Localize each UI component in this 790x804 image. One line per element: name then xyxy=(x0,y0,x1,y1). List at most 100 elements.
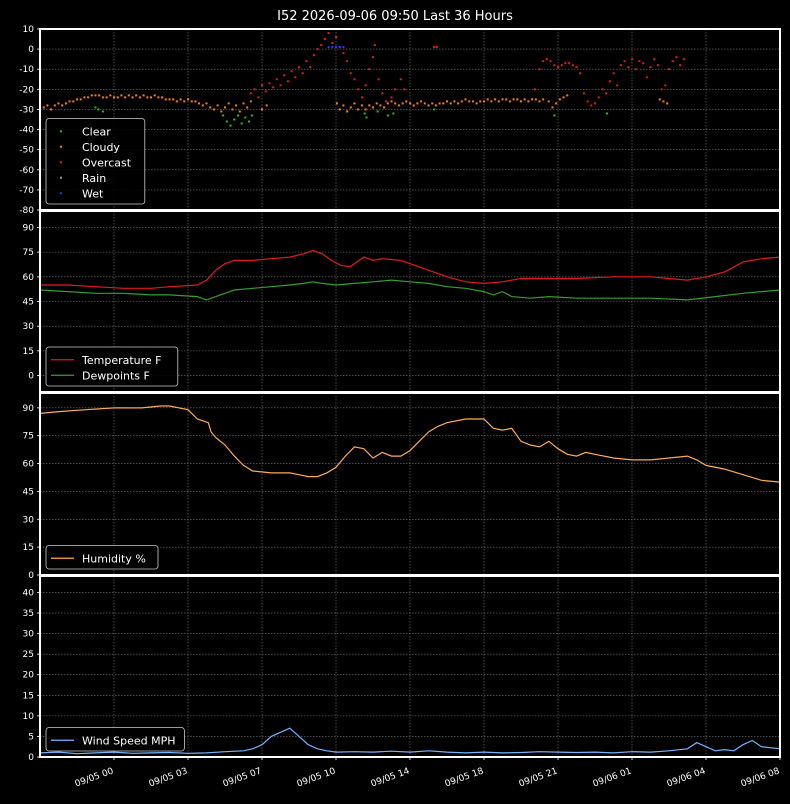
chart-canvas: I52 2026-09-06 09:50 Last 36 Hours 10 0 -1… xyxy=(0,0,790,804)
y-tick-label: 15 xyxy=(23,691,34,701)
y-tick-label: 75 xyxy=(23,248,34,258)
y-tick-label: 60 xyxy=(23,460,35,470)
y-tick-label: -20 xyxy=(19,85,34,95)
data-point-cloudy xyxy=(175,100,178,103)
data-point-overcast xyxy=(612,72,615,75)
data-point-cloudy xyxy=(531,98,534,101)
data-point-cloudy xyxy=(401,102,404,105)
data-point-overcast xyxy=(616,84,619,87)
data-point-cloudy xyxy=(201,104,204,107)
data-point-cloudy xyxy=(457,102,460,105)
data-point-overcast xyxy=(533,88,536,91)
y-tick-label: 10 xyxy=(23,712,35,722)
data-point-cloudy xyxy=(475,102,478,105)
data-point-cloudy xyxy=(468,100,471,103)
data-point-cloudy xyxy=(662,100,665,103)
data-point-cloudy xyxy=(198,102,201,105)
data-point-overcast xyxy=(608,80,611,83)
data-point-cloudy xyxy=(83,96,86,99)
data-point-overcast xyxy=(257,96,260,99)
data-point-cloudy xyxy=(497,100,500,103)
data-point-cloudy xyxy=(372,106,374,109)
data-point-cloudy xyxy=(338,108,341,111)
data-point-cloudy xyxy=(157,96,160,99)
legend-label: Dewpoints F xyxy=(82,369,150,382)
data-point-wet xyxy=(342,46,345,49)
data-point-cloudy xyxy=(483,100,485,103)
data-point-cloudy xyxy=(431,102,434,105)
data-point-overcast xyxy=(253,88,256,91)
data-point-cloudy xyxy=(142,94,145,97)
data-point-cloudy xyxy=(101,96,104,99)
data-point-clear xyxy=(233,118,236,121)
data-point-clear xyxy=(553,114,556,117)
y-tick-label: 0 xyxy=(28,45,34,55)
y-tick-label: 40 xyxy=(23,588,35,598)
data-point-cloudy xyxy=(131,96,134,99)
data-point-cloudy xyxy=(150,96,152,99)
data-point-cloudy xyxy=(335,102,338,105)
legend-label: Rain xyxy=(82,172,106,185)
data-point-overcast xyxy=(571,64,574,67)
legend-label: Temperature F xyxy=(81,354,162,367)
legend-label: Humidity % xyxy=(82,552,146,565)
data-point-overcast xyxy=(373,44,376,47)
data-point-cloudy xyxy=(227,102,230,105)
legend-marker xyxy=(60,192,62,195)
y-tick-label: 90 xyxy=(23,404,35,414)
y-tick-label: 45 xyxy=(23,298,34,308)
data-point-cloudy xyxy=(446,100,448,103)
data-point-cloudy xyxy=(349,106,352,109)
data-point-clear xyxy=(376,110,379,113)
data-point-cloudy xyxy=(542,98,545,101)
legend-marker xyxy=(60,145,62,148)
data-point-cloudy xyxy=(138,96,141,99)
data-point-overcast xyxy=(660,88,663,91)
data-point-overcast xyxy=(433,46,436,49)
data-point-cloudy xyxy=(379,104,382,107)
data-point-overcast xyxy=(619,64,622,67)
data-point-clear xyxy=(222,114,225,117)
data-point-cloudy xyxy=(238,110,241,113)
data-point-clear xyxy=(225,120,228,123)
data-point-cloudy xyxy=(50,108,53,111)
data-point-overcast xyxy=(656,64,659,67)
data-point-clear xyxy=(97,108,100,111)
data-point-overcast xyxy=(286,80,289,83)
data-point-overcast xyxy=(549,60,552,63)
data-point-cloudy xyxy=(172,98,175,101)
data-point-overcast xyxy=(372,56,374,59)
data-point-cloudy xyxy=(412,104,415,107)
data-point-cloudy xyxy=(168,98,171,101)
y-tick-label: -60 xyxy=(19,166,34,176)
data-point-overcast xyxy=(634,68,637,71)
data-point-cloudy xyxy=(449,102,452,105)
data-point-cloudy xyxy=(501,98,504,101)
data-point-cloudy xyxy=(242,102,245,105)
data-point-overcast xyxy=(290,70,293,73)
y-tick-label: 5 xyxy=(28,732,34,742)
data-point-cloudy xyxy=(666,102,669,105)
data-point-overcast xyxy=(601,88,604,91)
data-point-cloudy xyxy=(116,96,119,99)
weather-chart: I52 2026-09-06 09:50 Last 36 Hours 10 0 -1… xyxy=(0,0,790,804)
legend-label: Clear xyxy=(82,125,111,138)
data-point-cloudy xyxy=(409,102,411,105)
data-point-cloudy xyxy=(94,94,97,97)
data-point-overcast xyxy=(320,44,323,47)
data-point-cloudy xyxy=(231,108,234,111)
legend-label: Wind Speed MPH xyxy=(82,734,176,747)
data-point-cloudy xyxy=(460,100,463,103)
y-tick-label: -40 xyxy=(19,126,34,136)
data-point-cloudy xyxy=(486,98,489,101)
data-point-cloudy xyxy=(538,100,541,103)
data-point-cloudy xyxy=(342,104,345,107)
data-point-clear xyxy=(606,112,609,115)
data-point-overcast xyxy=(305,60,308,63)
data-point-cloudy xyxy=(57,102,60,105)
data-point-cloudy xyxy=(209,106,212,109)
data-point-cloudy xyxy=(64,102,67,105)
data-point-cloudy xyxy=(420,100,423,103)
y-tick-label: 45 xyxy=(23,487,34,497)
data-point-overcast xyxy=(294,76,297,79)
